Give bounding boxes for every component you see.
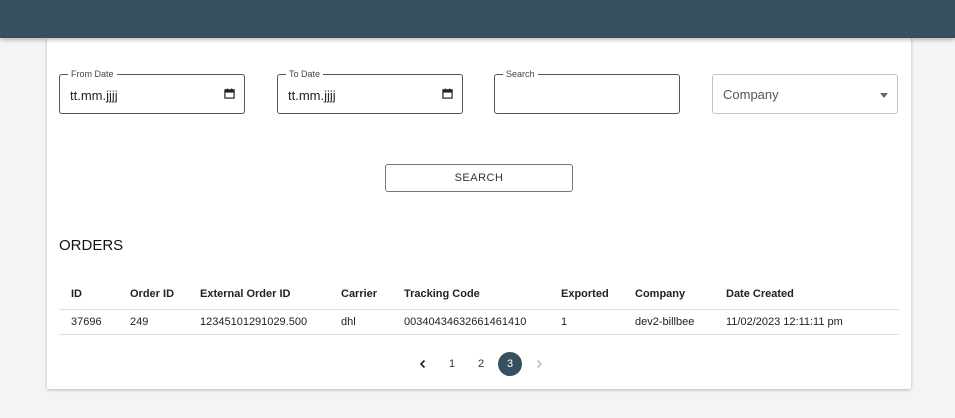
to-date-field[interactable]: To Date tt.mm.jjjj xyxy=(277,69,463,114)
from-date-label: From Date xyxy=(68,69,117,80)
from-date-field[interactable]: From Date tt.mm.jjjj xyxy=(59,69,245,114)
orders-card: From Date tt.mm.jjjj To Date tt.mm.jjjj … xyxy=(47,34,911,389)
chevron-right-icon xyxy=(536,359,543,369)
chevron-left-icon xyxy=(419,359,426,369)
cell-carrier: dhl xyxy=(329,309,392,335)
dropdown-arrow-icon[interactable] xyxy=(880,93,888,98)
previous-page-button[interactable] xyxy=(411,352,435,376)
page-button-1[interactable]: 1 xyxy=(440,352,464,376)
page-button-3-current[interactable]: 3 xyxy=(498,352,522,376)
table-row[interactable]: 37696 249 12345101291029.500 dhl 0034043… xyxy=(59,309,899,335)
search-label: Search xyxy=(503,69,538,80)
column-header-date-created[interactable]: Date Created xyxy=(714,278,899,310)
orders-table: ID Order ID External Order ID Carrier Tr… xyxy=(59,278,899,335)
to-date-value[interactable]: tt.mm.jjjj xyxy=(288,88,336,103)
cell-company: dev2-billbee xyxy=(623,309,714,335)
page-button-2[interactable]: 2 xyxy=(469,352,493,376)
column-header-id[interactable]: ID xyxy=(59,278,118,310)
column-header-tracking-code[interactable]: Tracking Code xyxy=(392,278,549,310)
column-header-exported[interactable]: Exported xyxy=(549,278,623,310)
search-field[interactable]: Search xyxy=(494,69,680,114)
cell-id: 37696 xyxy=(59,309,118,335)
search-button[interactable]: SEARCH xyxy=(385,164,573,192)
cell-date-created: 11/02/2023 12:11:11 pm xyxy=(714,309,899,335)
calendar-icon[interactable] xyxy=(442,88,453,99)
company-placeholder: Company xyxy=(723,87,779,102)
table-header-row: ID Order ID External Order ID Carrier Tr… xyxy=(59,278,899,310)
calendar-icon[interactable] xyxy=(224,88,235,99)
column-header-company[interactable]: Company xyxy=(623,278,714,310)
cell-order-id: 249 xyxy=(118,309,188,335)
top-app-bar xyxy=(0,0,955,38)
cell-tracking-code: 00340434632661461410 xyxy=(392,309,549,335)
column-header-order-id[interactable]: Order ID xyxy=(118,278,188,310)
column-header-carrier[interactable]: Carrier xyxy=(329,278,392,310)
to-date-label: To Date xyxy=(286,69,324,80)
cell-exported: 1 xyxy=(549,309,623,335)
cell-external-order-id: 12345101291029.500 xyxy=(188,309,329,335)
pagination: 1 2 3 xyxy=(411,352,556,376)
column-header-external-order-id[interactable]: External Order ID xyxy=(188,278,329,310)
orders-title: ORDERS xyxy=(59,237,124,254)
company-select[interactable]: Company xyxy=(712,74,898,114)
from-date-value[interactable]: tt.mm.jjjj xyxy=(70,88,118,103)
next-page-button[interactable] xyxy=(527,352,551,376)
